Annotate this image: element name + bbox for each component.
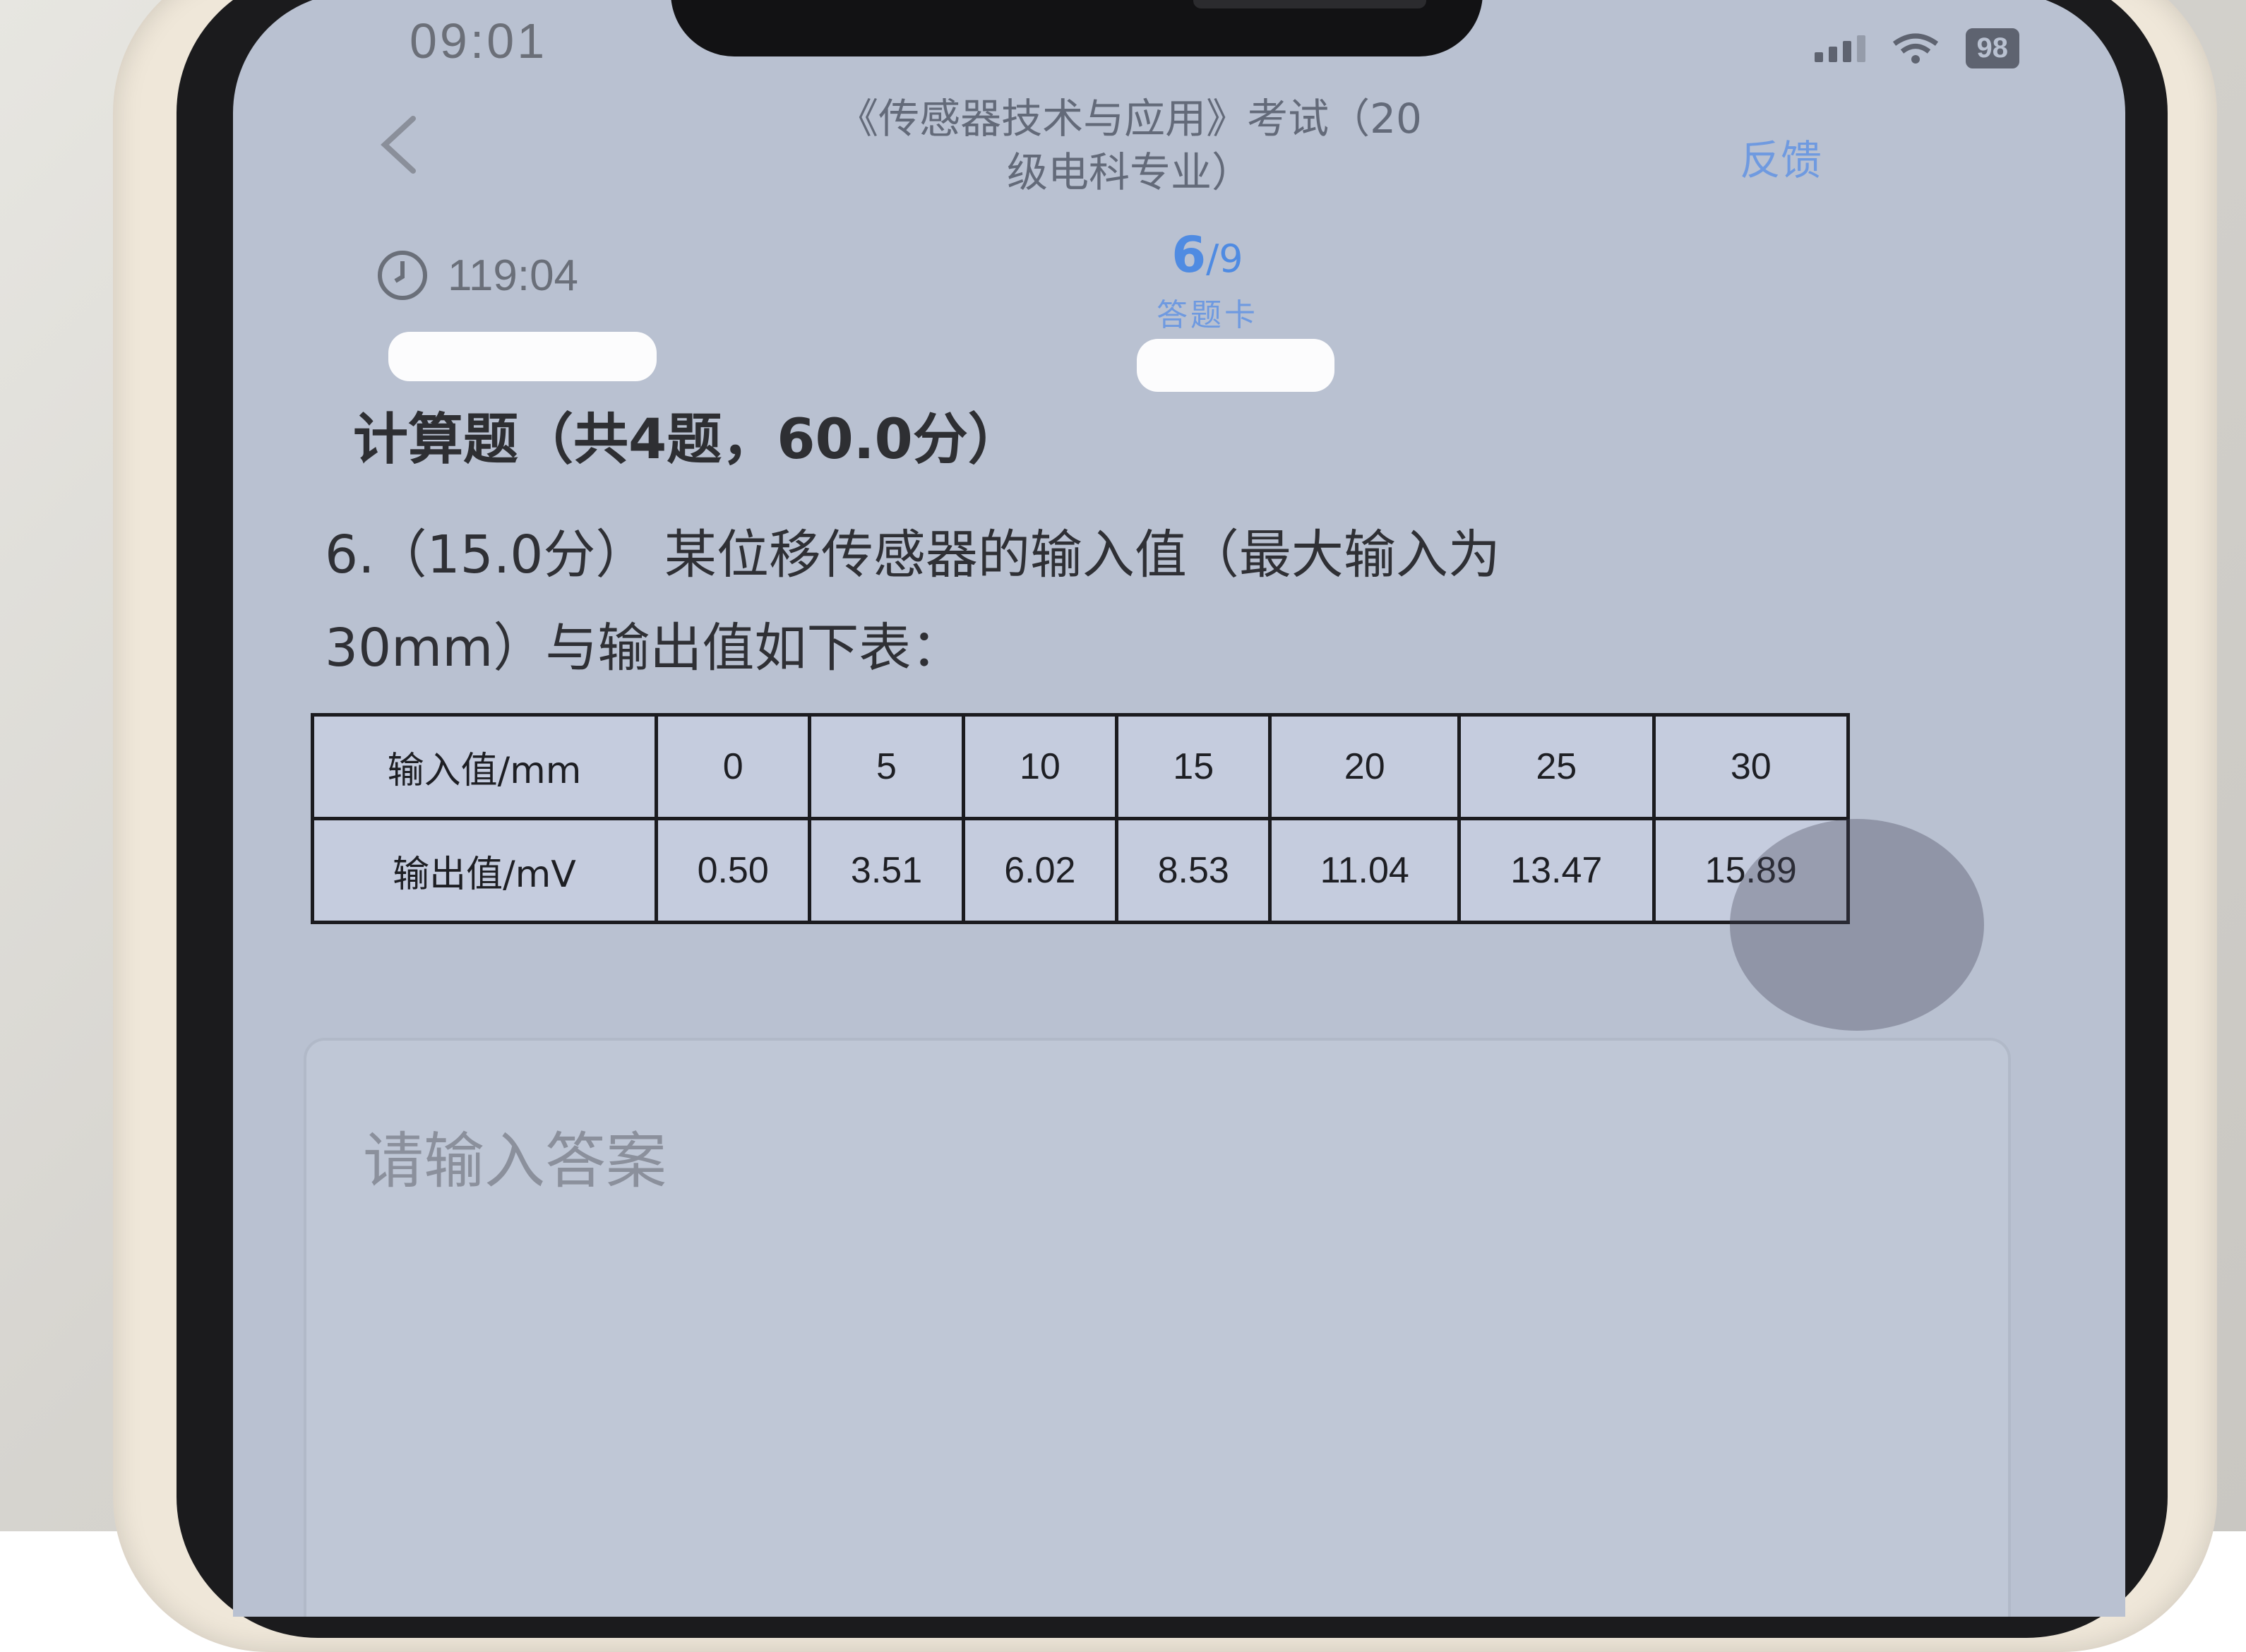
table-cell: 6.02 (961, 817, 1119, 924)
table-cell: 5 (808, 713, 965, 820)
battery-icon: 98 (1965, 28, 2019, 68)
progress-separator: / (1206, 237, 1219, 281)
question-line1: 6.（15.0分） 某位移传感器的输入值（最大输入为 (325, 525, 1500, 585)
table-cell: 11.04 (1268, 817, 1462, 924)
row-header: 输出值/mV (311, 817, 658, 924)
feedback-link[interactable]: 反馈 (1740, 127, 1822, 186)
phone-screen: 09:01 98 《传感器技术与应用》考试（20 级电科专业） 反馈 119:0… (233, 0, 2125, 1617)
exam-title: 《传感器技术与应用》考试（20 级电科专业） (671, 92, 1589, 199)
total-questions: 9 (1219, 237, 1243, 281)
chevron-left-icon[interactable] (374, 113, 424, 176)
answer-card-link[interactable]: 答题卡 (1066, 289, 1349, 335)
redaction-mark (1137, 339, 1334, 392)
table-cell: 10 (961, 713, 1119, 820)
table-cell: 3.51 (808, 817, 965, 924)
exam-title-line2: 级电科专业） (1006, 148, 1253, 196)
question-line2: 30mm）与输出值如下表： (325, 618, 964, 678)
clock-icon (378, 251, 427, 300)
timer-value: 119:04 (448, 251, 579, 300)
table-cell: 20 (1268, 713, 1462, 820)
data-table: 输入值/mm 0 5 10 15 20 25 30 输出值/mV 0.50 3.… (311, 713, 1850, 924)
table-cell: 13.47 (1457, 817, 1656, 924)
phone-notch (671, 0, 1483, 56)
wifi-icon (1892, 33, 1938, 64)
table-cell: 25 (1457, 713, 1656, 820)
table-cell: 0.50 (654, 817, 812, 924)
row-header: 输入值/mm (311, 713, 658, 820)
status-time: 09:01 (410, 13, 548, 68)
signal-icon (1814, 35, 1865, 62)
section-title: 计算题（共4题，60.0分） (353, 408, 1023, 472)
answer-placeholder: 请输入答案 (363, 1126, 667, 1197)
question-progress: 6/9 答题卡 (1066, 226, 1349, 335)
redaction-mark (388, 332, 657, 381)
status-icons: 98 (1814, 28, 2019, 68)
countdown-timer: 119:04 (374, 247, 578, 304)
current-question-number: 6 (1171, 226, 1207, 284)
table-row: 输入值/mm 0 5 10 15 20 25 30 (311, 713, 1850, 820)
table-cell: 8.53 (1115, 817, 1272, 924)
table-cell: 15 (1115, 713, 1272, 820)
table-cell: 30 (1651, 713, 1850, 820)
table-cell: 0 (654, 713, 812, 820)
table-row: 输出值/mV 0.50 3.51 6.02 8.53 11.04 13.47 1… (311, 817, 1850, 924)
assistive-touch-button[interactable] (1730, 819, 1984, 1031)
question-text: 6.（15.0分） 某位移传感器的输入值（最大输入为 30mm）与输出值如下表： (325, 508, 1878, 695)
answer-input[interactable]: 请输入答案 (304, 1038, 2011, 1617)
exam-title-line1: 《传感器技术与应用》考试（20 (837, 95, 1422, 143)
speaker-grill (1193, 0, 1426, 8)
